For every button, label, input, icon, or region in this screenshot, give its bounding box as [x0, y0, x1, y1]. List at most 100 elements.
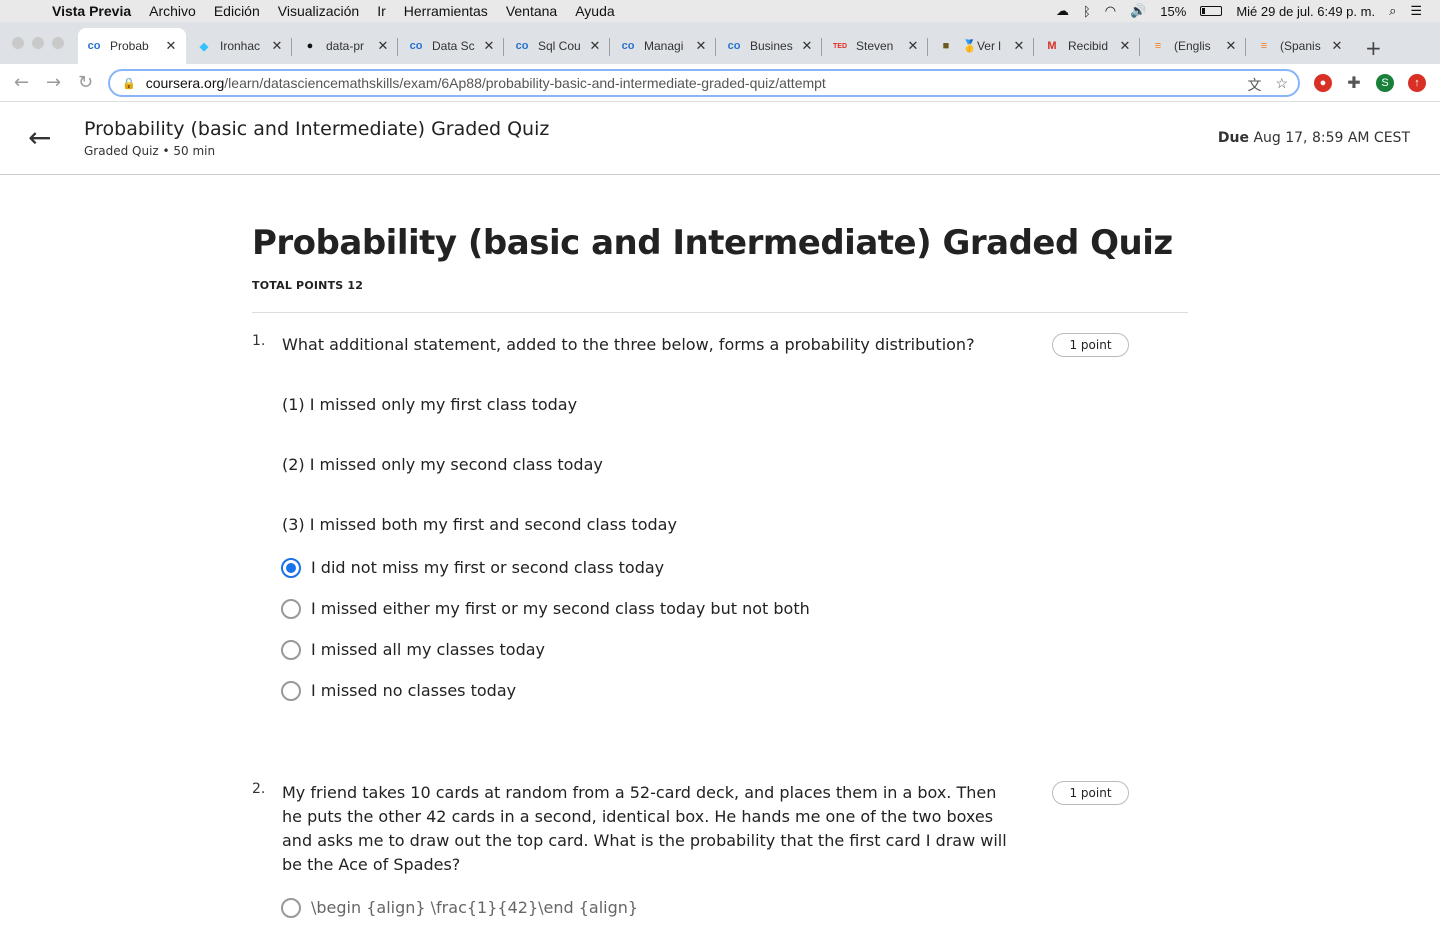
- url-text[interactable]: coursera.org/learn/datasciencemathskills…: [146, 75, 826, 91]
- answer-option[interactable]: I missed no classes today: [281, 670, 1188, 711]
- question-number: 1.: [252, 333, 266, 349]
- tab-separator: [291, 38, 292, 56]
- points-badge: 1 point: [1052, 333, 1129, 357]
- battery-percent[interactable]: 15%: [1160, 4, 1186, 19]
- tab-title: 🥇Ver l: [962, 39, 1001, 53]
- spotlight-search-icon[interactable]: ⌕: [1389, 3, 1396, 19]
- browser-tab[interactable]: co Sql Cou ✕: [506, 28, 610, 64]
- answer-option[interactable]: I did not miss my first or second class …: [281, 547, 1188, 588]
- browser-tab[interactable]: ■ 🥇Ver l ✕: [930, 28, 1034, 64]
- browser-tab[interactable]: co Probab ✕: [78, 28, 186, 64]
- browser-tab[interactable]: TED Steven ✕: [824, 28, 928, 64]
- browser-tab[interactable]: co Busines ✕: [718, 28, 822, 64]
- tab-title: (Englis: [1174, 39, 1211, 53]
- notification-center-icon[interactable]: ☰: [1410, 3, 1422, 19]
- menu-edicion[interactable]: Edición: [214, 3, 260, 19]
- close-tab-icon[interactable]: ✕: [1118, 38, 1132, 54]
- close-tab-icon[interactable]: ✕: [800, 38, 814, 54]
- bluetooth-icon[interactable]: ᛒ: [1083, 4, 1091, 19]
- extensions-puzzle-icon[interactable]: ✚: [1345, 74, 1363, 92]
- close-tab-icon[interactable]: ✕: [164, 38, 178, 54]
- tab-title: Managi: [644, 39, 684, 53]
- browser-tab[interactable]: ≡ (Englis ✕: [1142, 28, 1246, 64]
- close-tab-icon[interactable]: ✕: [588, 38, 602, 54]
- volume-icon[interactable]: 🔊: [1130, 3, 1146, 19]
- question-text: My friend takes 10 cards at random from …: [282, 783, 1007, 874]
- tab-title: Probab: [110, 39, 149, 53]
- address-bar[interactable]: 🔒 coursera.org/learn/datasciencemathskil…: [108, 69, 1300, 97]
- option-label: \begin {align} \frac{1}{42}\end {align}: [311, 898, 639, 917]
- browser-tab[interactable]: M Recibid ✕: [1036, 28, 1140, 64]
- close-window-button[interactable]: [12, 37, 24, 49]
- gmail-icon: M: [1047, 40, 1057, 52]
- cloud-icon[interactable]: ☁: [1056, 3, 1069, 19]
- url-path: /learn/datasciencemathskills/exam/6Ap88/…: [224, 75, 826, 91]
- radio-button[interactable]: [281, 557, 301, 578]
- menu-app-name[interactable]: Vista Previa: [52, 3, 131, 19]
- browser-tab[interactable]: ◆ Ironhac ✕: [188, 28, 292, 64]
- lock-icon[interactable]: 🔒: [122, 77, 136, 90]
- clock[interactable]: Mié 29 de jul. 6:49 p. m.: [1236, 4, 1375, 19]
- radio-button[interactable]: [281, 680, 301, 701]
- update-icon[interactable]: ↑: [1408, 74, 1426, 92]
- translate-icon[interactable]: 文: [1247, 75, 1261, 95]
- github-icon: ●: [306, 40, 314, 52]
- close-tab-icon[interactable]: ✕: [1330, 38, 1344, 54]
- radio-button[interactable]: [281, 639, 301, 660]
- bookmark-star-icon[interactable]: ☆: [1275, 75, 1288, 95]
- new-tab-button[interactable]: +: [1365, 36, 1382, 60]
- tab-separator: [397, 38, 398, 56]
- forward-icon[interactable]: →: [46, 72, 61, 93]
- menu-herramientas[interactable]: Herramientas: [404, 3, 488, 19]
- points-badge: 1 point: [1052, 781, 1129, 805]
- macos-menubar: Vista Previa Archivo Edición Visualizaci…: [0, 0, 1440, 22]
- answer-option[interactable]: \begin {align} \frac{1}{42}\end {align}: [281, 887, 1188, 928]
- menu-visualizacion[interactable]: Visualización: [278, 3, 359, 19]
- coursera-icon: co: [727, 40, 741, 52]
- answer-options: \begin {align} \frac{1}{42}\end {align}: [252, 887, 1188, 928]
- browser-tab[interactable]: co Managi ✕: [612, 28, 716, 64]
- ted-icon: TED: [833, 42, 847, 50]
- header-subtitle: Graded Quiz • 50 min: [84, 144, 216, 158]
- browser-tab[interactable]: co Data Sc ✕: [400, 28, 504, 64]
- option-label: I missed all my classes today: [311, 640, 545, 659]
- stackoverflow-icon: ≡: [1154, 40, 1162, 52]
- close-tab-icon[interactable]: ✕: [906, 38, 920, 54]
- radio-button[interactable]: [281, 598, 301, 619]
- battery-icon[interactable]: [1200, 6, 1223, 16]
- close-tab-icon[interactable]: ✕: [694, 38, 708, 54]
- close-tab-icon[interactable]: ✕: [482, 38, 496, 54]
- browser-tab[interactable]: ≡ (Spanis ✕: [1248, 28, 1352, 64]
- close-tab-icon[interactable]: ✕: [376, 38, 390, 54]
- close-tab-icon[interactable]: ✕: [270, 38, 284, 54]
- question-text: What additional statement, added to the …: [282, 335, 975, 354]
- maximize-window-button[interactable]: [52, 37, 64, 49]
- back-icon[interactable]: ←: [14, 72, 29, 93]
- coursera-icon: co: [515, 40, 529, 52]
- answer-option[interactable]: I missed either my first or my second cl…: [281, 588, 1188, 629]
- minimize-window-button[interactable]: [32, 37, 44, 49]
- header-title: Probability (basic and Intermediate) Gra…: [84, 118, 550, 140]
- radio-button[interactable]: [281, 897, 301, 918]
- answer-option[interactable]: I missed all my classes today: [281, 629, 1188, 670]
- option-label: I missed either my first or my second cl…: [311, 599, 810, 618]
- image-icon: ■: [942, 40, 950, 52]
- close-tab-icon[interactable]: ✕: [1012, 38, 1026, 54]
- profile-avatar[interactable]: S: [1376, 74, 1394, 92]
- coursera-icon: co: [409, 40, 423, 52]
- menu-ayuda[interactable]: Ayuda: [575, 3, 614, 19]
- browser-toolbar: ← → ↻ 🔒 coursera.org/learn/datasciencema…: [0, 64, 1440, 102]
- menu-ventana[interactable]: Ventana: [506, 3, 557, 19]
- extension-adblock-icon[interactable]: ●: [1314, 74, 1332, 92]
- close-tab-icon[interactable]: ✕: [1224, 38, 1238, 54]
- menu-archivo[interactable]: Archivo: [149, 3, 196, 19]
- back-arrow-icon[interactable]: ←: [28, 124, 51, 152]
- reload-icon[interactable]: ↻: [78, 72, 93, 93]
- divider: [252, 312, 1188, 313]
- url-host: coursera.org: [145, 75, 225, 91]
- window-controls: [12, 37, 64, 49]
- menu-ir[interactable]: Ir: [377, 3, 386, 19]
- statement: (1) I missed only my first class today: [282, 395, 578, 414]
- browser-tab[interactable]: ● data-pr ✕: [294, 28, 398, 64]
- wifi-icon[interactable]: ◠: [1105, 3, 1116, 19]
